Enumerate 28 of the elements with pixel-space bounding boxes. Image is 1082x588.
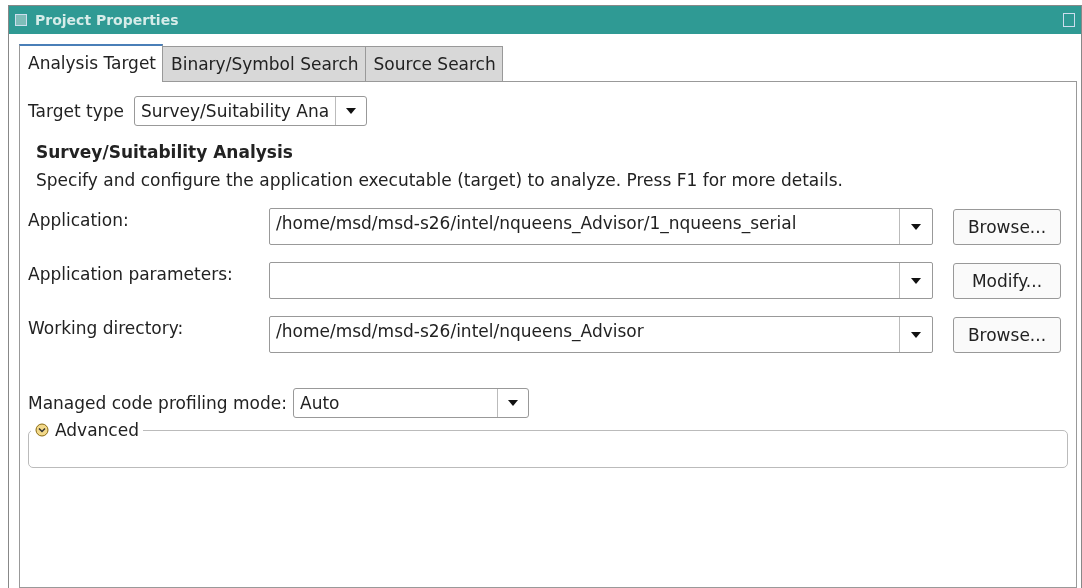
expand-icon[interactable] <box>35 423 49 437</box>
tab[interactable]: Analysis Target <box>19 44 164 82</box>
field-label: Application parameters: <box>28 263 234 284</box>
tab[interactable]: Binary/Symbol Search <box>162 46 366 81</box>
window-menu-icon[interactable] <box>15 14 27 26</box>
caret-icon <box>911 223 921 230</box>
maximize-icon[interactable] <box>1063 13 1075 27</box>
field-label: Application: <box>28 209 130 230</box>
section-description: Specify and configure the application executable (target) to analyze. Press F1 for more details. <box>36 170 844 190</box>
field-label: Target type <box>28 101 124 121</box>
section-heading: Survey/Suitability Analysis <box>36 142 294 162</box>
tab[interactable]: Source Search <box>364 46 503 81</box>
action-button[interactable]: Browse... <box>953 316 1061 353</box>
caret-icon <box>508 400 518 406</box>
profiling-mode-dropdown[interactable]: Auto <box>293 388 529 418</box>
field-label: Managed code profiling mode: <box>28 393 287 413</box>
group-label: Advanced <box>55 420 139 440</box>
window-title: Project Properties <box>35 12 180 28</box>
caret-icon <box>911 331 921 338</box>
field-label: Working directory: <box>28 317 185 338</box>
target-type-dropdown[interactable]: Survey/Suitability Ana <box>134 96 368 126</box>
action-button[interactable]: Modify... <box>953 262 1061 299</box>
caret-icon <box>346 108 357 114</box>
combo-field[interactable] <box>269 262 933 299</box>
combo-field[interactable]: /home/msd/msd-s26/intel/nqueens_Advisor <box>269 316 933 353</box>
action-button[interactable]: Browse... <box>953 208 1061 245</box>
combo-field[interactable]: /home/msd/msd-s26/intel/nqueens_Advisor/1_nqueens_serial <box>269 208 933 245</box>
caret-icon <box>911 277 921 284</box>
